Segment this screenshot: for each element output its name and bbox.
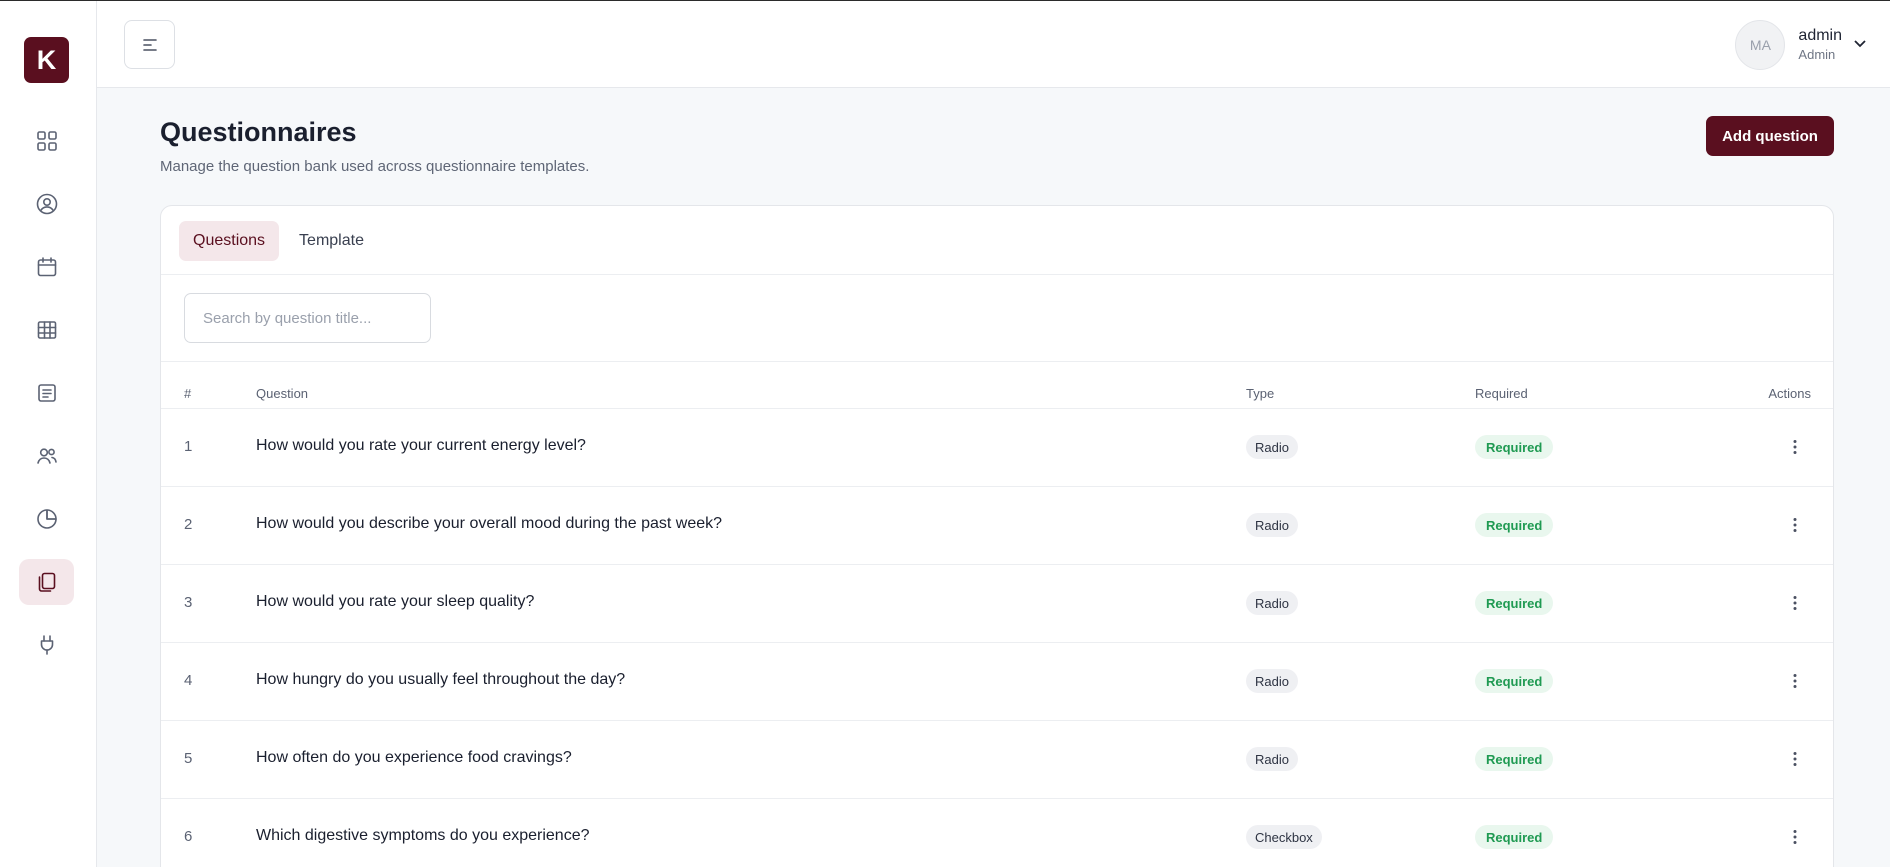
questions-card: Questions Template # Question Type Requi… [160, 205, 1834, 867]
question-title[interactable]: How often do you experience food craving… [256, 749, 572, 767]
table-header: # Question Type Required Actions [161, 374, 1833, 412]
table-row[interactable]: 1 How would you rate your current energy… [161, 408, 1833, 486]
plug-icon [40, 635, 53, 655]
type-badge: Radio [1246, 669, 1298, 693]
pie-chart-icon [36, 509, 57, 529]
row-number: 5 [184, 750, 193, 767]
required-badge: Required [1475, 825, 1554, 849]
document-icon [37, 384, 56, 402]
avatar: MA [1735, 20, 1786, 70]
sidebar-item-reports[interactable] [19, 496, 74, 542]
copy-icon [38, 572, 55, 592]
table-row[interactable]: 2 How would you describe your overall mo… [161, 486, 1833, 564]
page-title: Questionnaires [160, 117, 357, 147]
question-title[interactable]: How would you describe your overall mood… [256, 515, 722, 533]
table-row[interactable]: 6 Which digestive symptoms do you experi… [161, 798, 1833, 867]
column-header-type[interactable]: Type [1246, 386, 1274, 401]
more-actions-icon[interactable] [1781, 433, 1809, 461]
calendar-icon [37, 257, 56, 277]
top-bar: MA admin Admin [97, 1, 1890, 88]
required-badge: Required [1475, 591, 1554, 615]
type-badge: Checkbox [1246, 825, 1322, 849]
users-icon [36, 448, 57, 464]
column-header-question[interactable]: Question [256, 386, 308, 401]
table-icon [37, 321, 56, 339]
column-header-actions: Actions [1768, 386, 1811, 401]
table-row[interactable]: 3 How would you rate your sleep quality?… [161, 564, 1833, 642]
menu-toggle-button[interactable] [124, 20, 175, 69]
required-badge: Required [1475, 435, 1554, 459]
more-actions-icon[interactable] [1781, 745, 1809, 773]
page-subtitle: Manage the question bank used across que… [160, 158, 590, 175]
type-badge: Radio [1246, 435, 1298, 459]
more-actions-icon[interactable] [1781, 511, 1809, 539]
user-role: Admin [1798, 47, 1836, 62]
sidebar-item-calendar[interactable] [19, 244, 74, 290]
type-badge: Radio [1246, 591, 1298, 615]
table-row[interactable]: 5 How often do you experience food cravi… [161, 720, 1833, 798]
divider [161, 274, 1833, 275]
sidebar-item-questionnaires[interactable] [19, 559, 74, 605]
grid-icon [36, 131, 57, 151]
question-title[interactable]: Which digestive symptoms do you experien… [256, 827, 590, 845]
tab-questions[interactable]: Questions [179, 221, 280, 261]
sidebar-item-users[interactable] [19, 433, 74, 479]
more-actions-icon[interactable] [1781, 589, 1809, 617]
row-number: 1 [184, 438, 193, 455]
row-number: 6 [184, 828, 193, 845]
required-badge: Required [1475, 513, 1554, 537]
tab-template[interactable]: Template [285, 221, 378, 261]
column-header-number: # [184, 386, 192, 401]
required-badge: Required [1475, 747, 1554, 771]
sidebar-item-integrations[interactable] [19, 622, 74, 668]
column-header-required[interactable]: Required [1475, 386, 1528, 401]
row-number: 3 [184, 594, 193, 611]
required-badge: Required [1475, 669, 1554, 693]
menu-icon [142, 38, 157, 51]
user-info: admin Admin [1798, 26, 1842, 64]
table-row[interactable]: 4 How hungry do you usually feel through… [161, 642, 1833, 720]
question-title[interactable]: How hungry do you usually feel throughou… [256, 671, 625, 689]
more-actions-icon[interactable] [1781, 667, 1809, 695]
tab-bar: Questions Template [179, 221, 378, 261]
add-question-button[interactable]: Add question [1706, 116, 1834, 156]
sidebar-item-table[interactable] [19, 307, 74, 353]
sidebar: K [0, 1, 97, 867]
question-title[interactable]: How would you rate your current energy l… [256, 437, 586, 455]
row-number: 4 [184, 672, 193, 689]
more-actions-icon[interactable] [1781, 823, 1809, 851]
user-circle-icon [36, 193, 57, 215]
user-name: admin [1798, 27, 1842, 44]
type-badge: Radio [1246, 747, 1298, 771]
chevron-down-icon[interactable] [1852, 35, 1868, 56]
app-logo[interactable]: K [24, 37, 69, 83]
search-input[interactable] [184, 293, 431, 343]
divider [161, 361, 1833, 362]
user-menu[interactable]: MA admin Admin [1735, 19, 1868, 71]
sidebar-item-document[interactable] [19, 370, 74, 416]
question-title[interactable]: How would you rate your sleep quality? [256, 593, 534, 611]
row-number: 2 [184, 516, 193, 533]
sidebar-item-dashboard[interactable] [19, 118, 74, 164]
sidebar-item-profile[interactable] [19, 181, 74, 227]
type-badge: Radio [1246, 513, 1298, 537]
